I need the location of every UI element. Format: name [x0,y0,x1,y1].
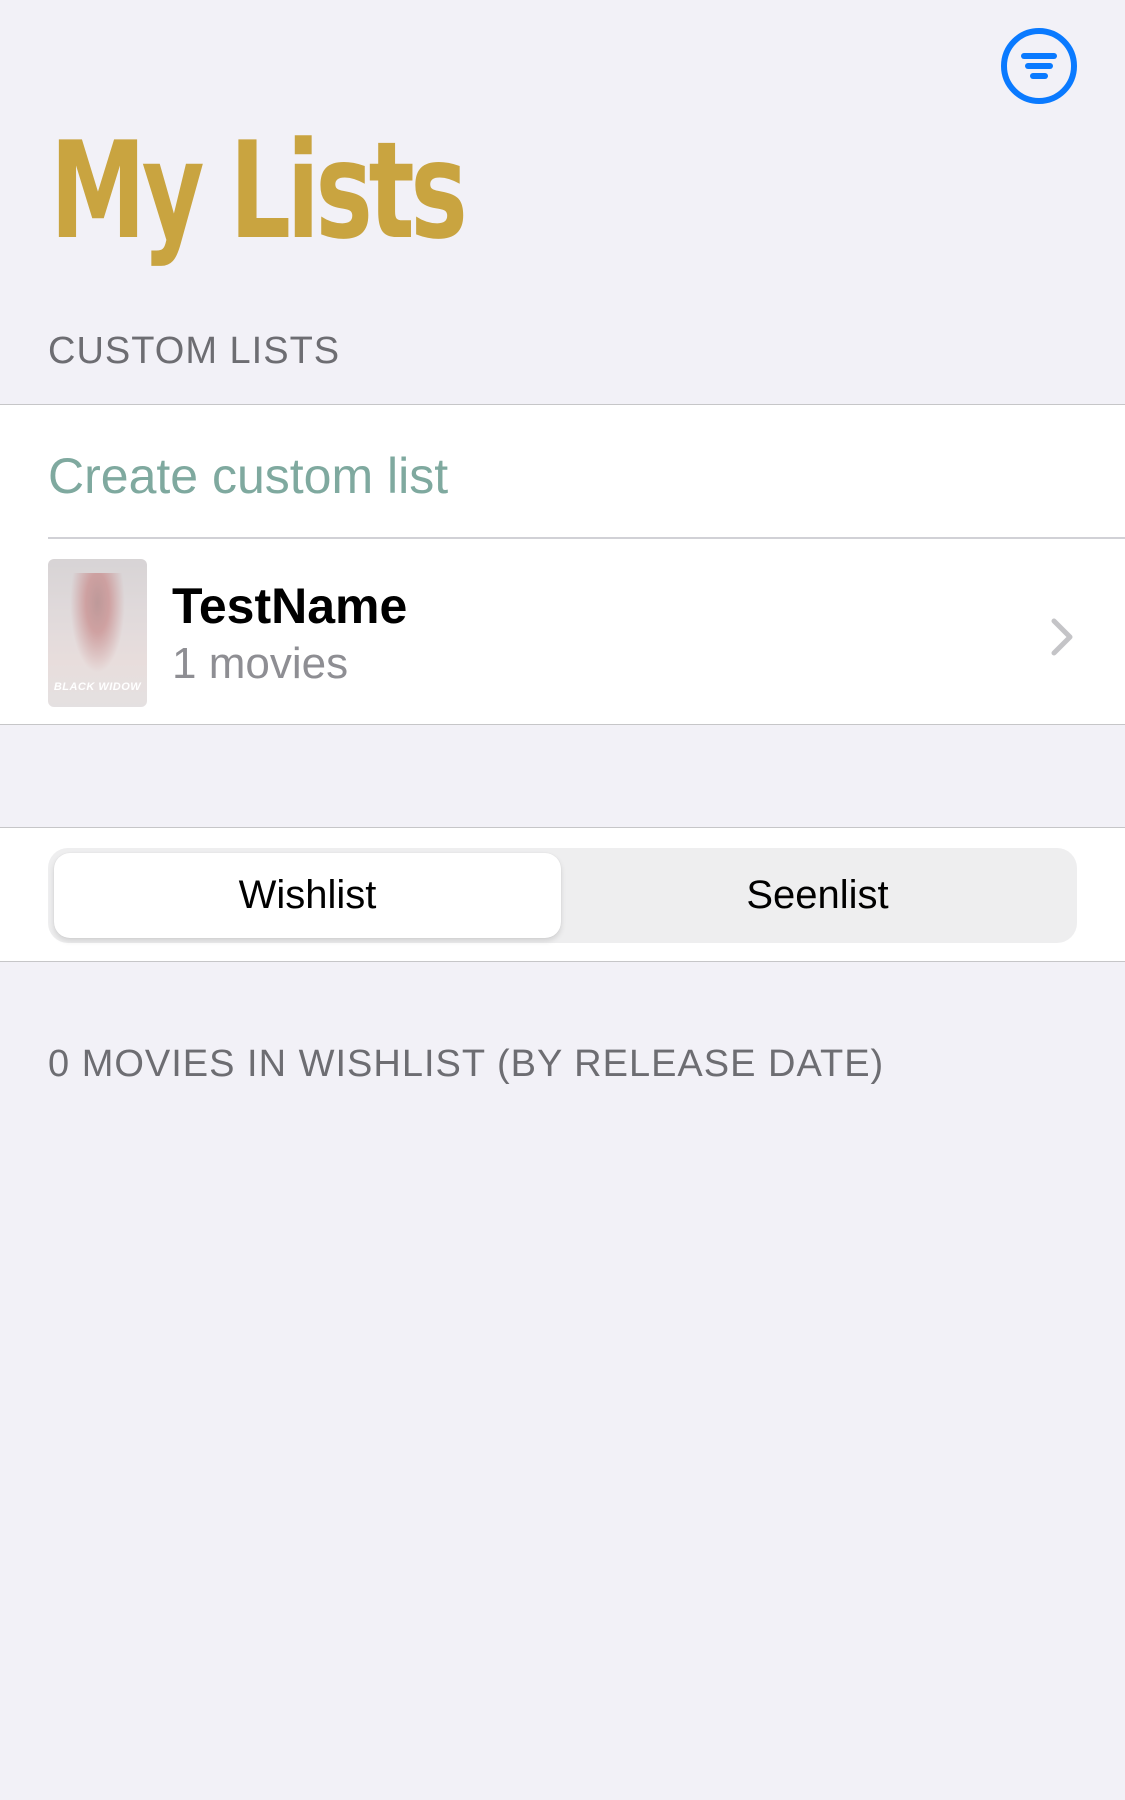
create-custom-list-button[interactable]: Create custom list [0,405,1125,537]
list-type-group: Wishlist Seenlist [0,827,1125,962]
create-custom-list-label: Create custom list [48,448,449,504]
my-lists-screen: My Lists CUSTOM LISTS Create custom list… [0,0,1125,1800]
custom-lists-group: Create custom list BLACK WIDOW TestName … [0,404,1125,725]
page-title: My Lists [50,113,468,269]
segment-seenlist[interactable]: Seenlist [564,853,1071,938]
list-movie-count: 1 movies [172,639,349,688]
poster-figure [70,573,125,673]
segment-wishlist[interactable]: Wishlist [54,853,561,938]
filter-button[interactable] [1001,28,1077,104]
wishlist-count-header: 0 MOVIES IN WISHLIST (BY RELEASE DATE) [48,1043,885,1085]
custom-lists-header: CUSTOM LISTS [48,330,341,372]
list-item[interactable]: BLACK WIDOW TestName 1 movies [0,539,1125,725]
chevron-right-icon [1051,618,1073,656]
filter-icon [1021,53,1057,79]
poster-title: BLACK WIDOW [53,681,142,693]
wishlist-seenlist-segmented-control: Wishlist Seenlist [48,848,1077,943]
list-name: TestName [172,578,408,634]
movie-poster-thumbnail: BLACK WIDOW [48,559,147,707]
